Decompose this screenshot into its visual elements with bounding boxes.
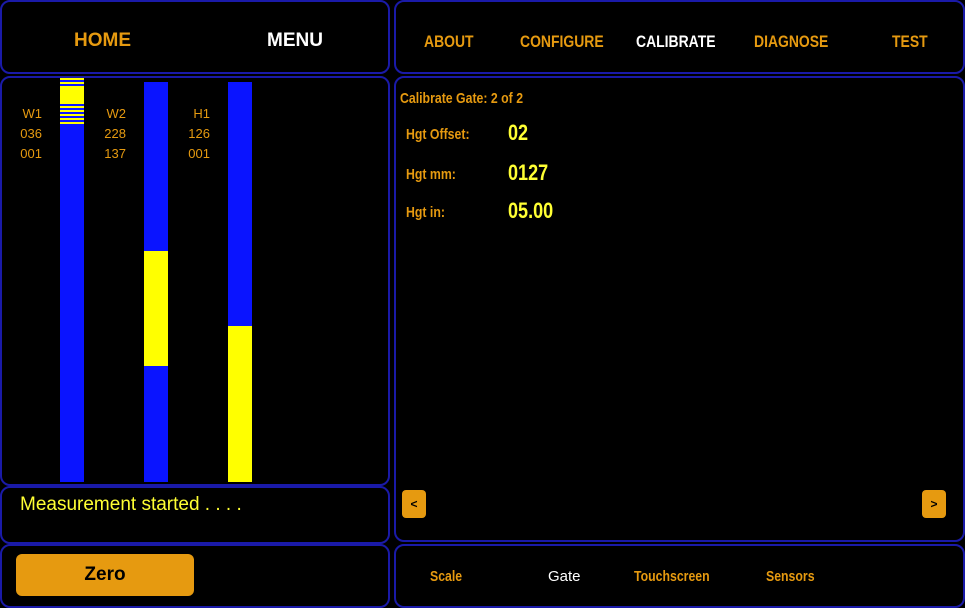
sensor-w2-name: W2 (106, 106, 127, 121)
top-nav-panel: ABOUT CONFIGURE CALIBRATE DIAGNOSE TEST (394, 0, 965, 74)
tab-calibrate[interactable]: CALIBRATE (636, 32, 733, 52)
sensor-w1-bar (60, 78, 84, 482)
sensor-bars-panel: W1 036 001 W2 228 137 H1 126 001 (0, 76, 390, 486)
sensor-w2-bar (144, 82, 168, 482)
prev-button[interactable]: < (402, 490, 426, 518)
tab-touchscreen[interactable]: Touchscreen (634, 568, 726, 585)
sensor-h1-value2: 001 (188, 146, 210, 161)
tab-test[interactable]: TEST (892, 32, 935, 52)
sensor-h1-value1: 126 (188, 126, 210, 141)
hgt-offset-label: Hgt Offset: (406, 126, 470, 143)
sensor-w1-name: W1 (22, 106, 43, 121)
sensor-w2-fill (144, 251, 168, 366)
menu-button[interactable]: MENU (267, 30, 323, 52)
tab-scale[interactable]: Scale (430, 568, 469, 585)
calibration-panel: Calibrate Gate: 2 of 2 Hgt Offset: 02 Hg… (394, 76, 965, 542)
sensor-w1-value1: 036 (20, 126, 42, 141)
sensor-w2-value2: 137 (104, 146, 126, 161)
tab-diagnose[interactable]: DIAGNOSE (754, 32, 845, 52)
tab-about[interactable]: ABOUT (424, 32, 484, 52)
hgt-offset-value: 02 (508, 120, 529, 145)
hgt-in-value: 05.00 (508, 198, 554, 223)
zero-panel: Zero (0, 544, 390, 608)
tab-sensors[interactable]: Sensors (766, 568, 825, 585)
status-panel: Measurement started . . . . (0, 486, 390, 544)
hgt-mm-value: 0127 (508, 160, 549, 185)
next-button[interactable]: > (922, 490, 946, 518)
calibration-title: Calibrate Gate: 2 of 2 (400, 90, 524, 107)
sensor-w1-value2: 001 (20, 146, 42, 161)
sensor-h1-bar (228, 82, 252, 482)
tab-gate[interactable]: Gate (548, 568, 581, 585)
sensor-h1-fill (228, 326, 252, 482)
prev-icon: < (410, 497, 418, 511)
sensor-w2-value1: 228 (104, 126, 126, 141)
sensor-w1-fill (60, 88, 84, 102)
hgt-in-label: Hgt in: (406, 204, 445, 221)
hgt-mm-label: Hgt mm: (406, 166, 456, 183)
home-button[interactable]: HOME (74, 30, 131, 52)
sensor-h1-name: H1 (193, 106, 210, 121)
tab-configure[interactable]: CONFIGURE (520, 32, 622, 52)
zero-button-label: Zero (84, 564, 126, 585)
status-message: Measurement started . . . . (20, 494, 242, 515)
left-header-panel: HOME MENU (0, 0, 390, 74)
zero-button[interactable]: Zero (16, 554, 194, 596)
bottom-tabs-panel: Scale Gate Touchscreen Sensors (394, 544, 965, 608)
next-icon: > (930, 497, 938, 511)
